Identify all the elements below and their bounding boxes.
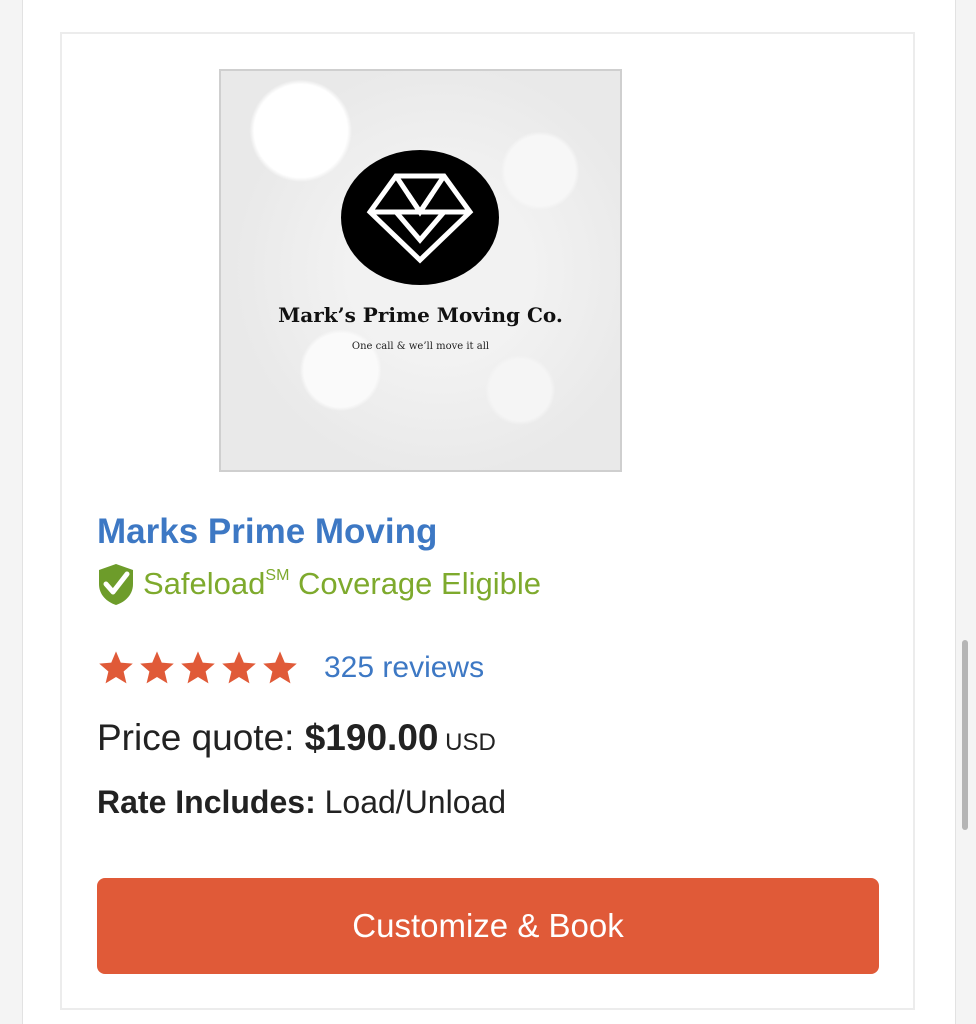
coverage-label-suffix: Coverage Eligible xyxy=(289,566,541,601)
price-amount: $190.00 xyxy=(304,717,439,758)
logo-company-name: Mark’s Prime Moving Co. xyxy=(278,303,563,327)
star-rating xyxy=(97,649,299,687)
star-icon xyxy=(140,651,174,684)
coverage-eligibility: SafeloadSM Coverage Eligible xyxy=(97,562,541,606)
rate-label: Rate Includes: xyxy=(97,784,316,820)
customize-book-button[interactable]: Customize & Book xyxy=(97,878,879,974)
price-label: Price quote: xyxy=(97,717,305,758)
coverage-label-prefix: Safeload xyxy=(143,566,266,601)
rate-includes: Rate Includes: Load/Unload xyxy=(97,784,506,821)
reviews-link[interactable]: 325 reviews xyxy=(324,651,484,685)
scrollbar-thumb[interactable] xyxy=(962,640,968,830)
logo-tagline: One call & we’ll move it all xyxy=(351,341,490,352)
shield-check-icon xyxy=(99,564,133,605)
company-logo-image: Mark’s Prime Moving Co. One call & we’ll… xyxy=(219,69,622,472)
star-icon xyxy=(99,651,133,684)
price-quote: Price quote: $190.00 USD xyxy=(97,717,496,759)
rating-row: 325 reviews xyxy=(97,648,484,688)
cube-outline-icon xyxy=(366,173,474,264)
service-mark: SM xyxy=(265,567,290,584)
rate-value: Load/Unload xyxy=(315,784,507,820)
star-icon xyxy=(222,651,256,684)
coverage-label: SafeloadSM Coverage Eligible xyxy=(143,566,541,602)
star-icon xyxy=(263,651,297,684)
logo-emblem xyxy=(341,150,499,285)
price-currency: USD xyxy=(438,729,496,756)
star-icon xyxy=(181,651,215,684)
mover-name-link[interactable]: Marks Prime Moving xyxy=(97,512,437,552)
